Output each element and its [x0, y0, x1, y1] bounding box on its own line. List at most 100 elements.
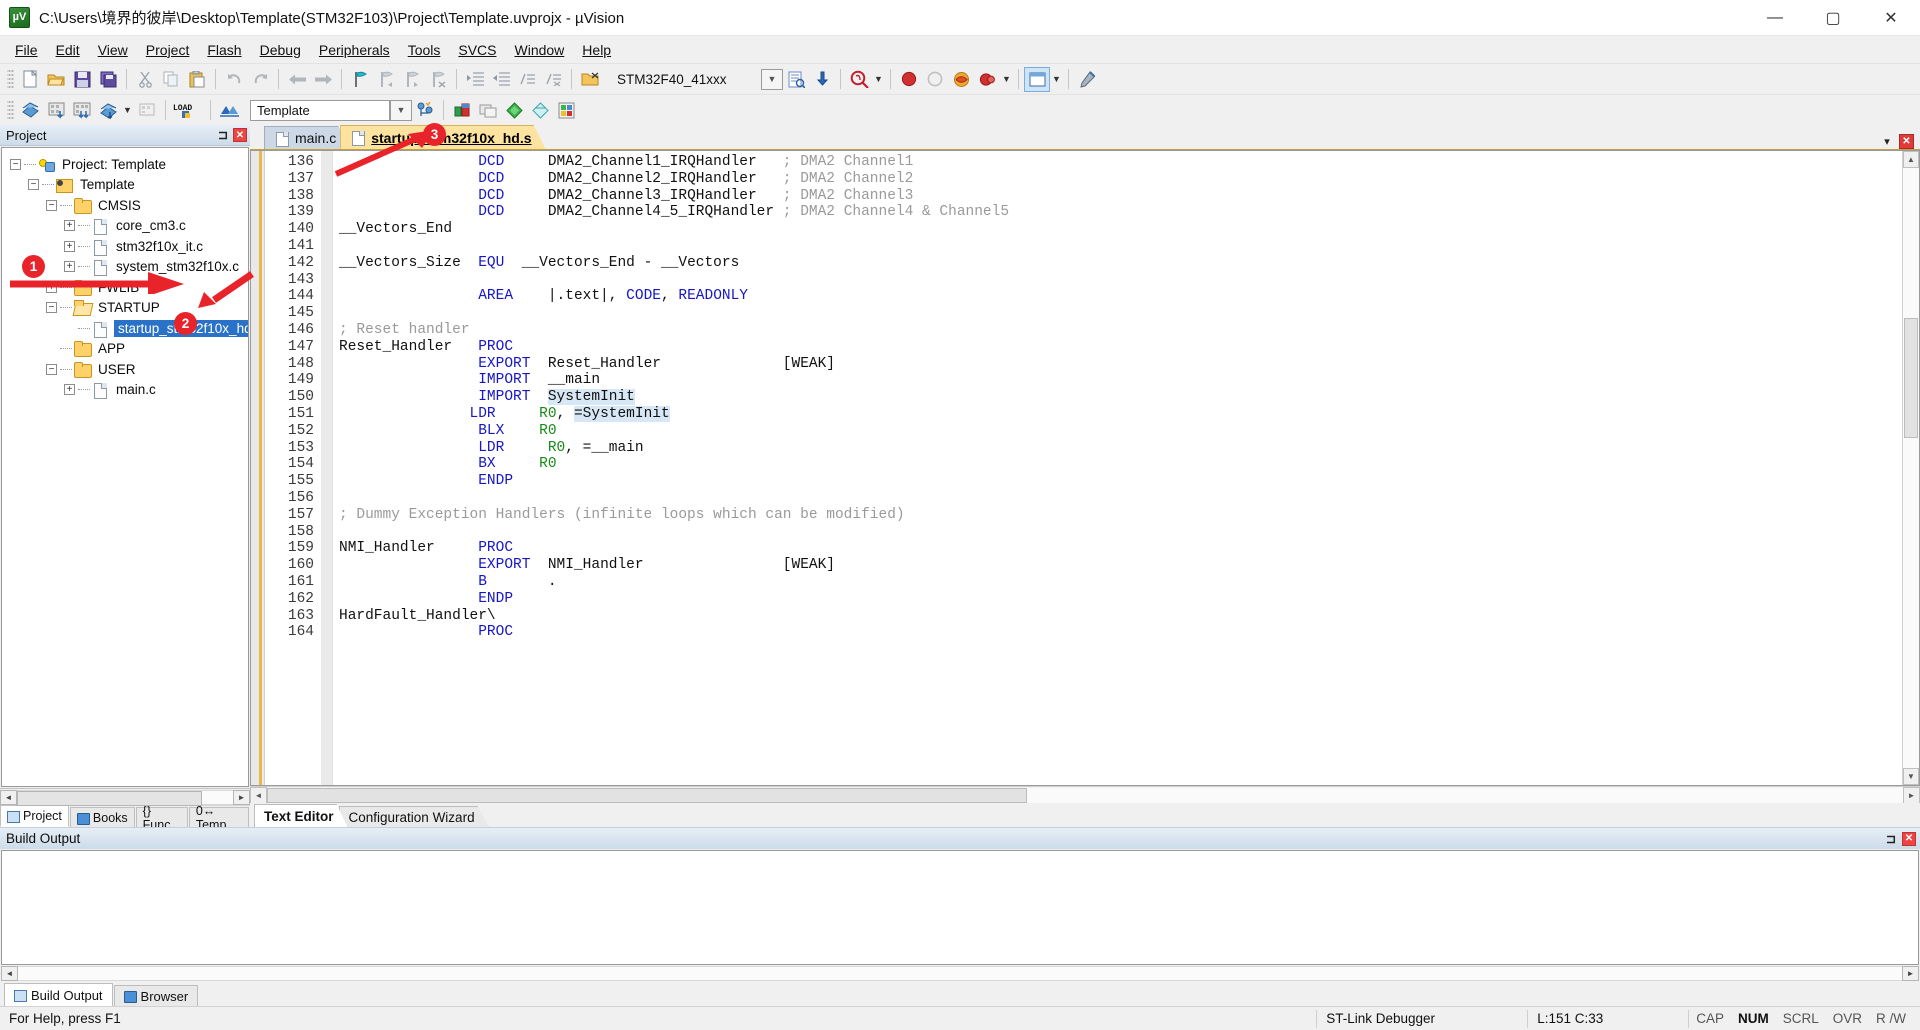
tree-item-app[interactable]: APP — [2, 339, 248, 360]
scroll-left-arrow[interactable]: ◄ — [0, 789, 17, 805]
code-line[interactable]: ENDP — [339, 591, 1902, 608]
code-line[interactable]: ; Reset handler — [339, 322, 1902, 339]
tree-item-stm32f10x-it-c[interactable]: + stm32f10x_it.c — [2, 236, 248, 257]
tab-project[interactable]: Project — [0, 805, 69, 827]
target-dropdown-arrow[interactable]: ▼ — [761, 68, 783, 90]
tree-expand-icon[interactable]: + — [64, 384, 75, 396]
paste-icon[interactable] — [184, 67, 210, 92]
menu-edit[interactable]: Edit — [47, 39, 89, 61]
open-file-icon[interactable] — [43, 67, 69, 92]
translate-icon[interactable] — [17, 98, 43, 123]
bookmark-toggle-icon[interactable] — [347, 67, 373, 92]
tab-browser[interactable]: Browser — [113, 985, 199, 1006]
batch-build-dropdown-icon[interactable]: ▼ — [121, 98, 134, 123]
tree-collapse-icon[interactable]: − — [46, 302, 57, 314]
tree-item-project-template[interactable]: − Project: Template — [2, 154, 248, 175]
indent-icon[interactable] — [462, 67, 488, 92]
tree-collapse-icon[interactable]: − — [46, 363, 57, 375]
bookmark-clear-icon[interactable] — [425, 67, 451, 92]
code-line[interactable]: DCD DMA2_Channel4_5_IRQHandler ; DMA2 Ch… — [339, 204, 1902, 221]
code-line[interactable]: Reset_Handler PROC — [339, 339, 1902, 356]
menu-svcs[interactable]: SVCS — [449, 39, 505, 61]
tree-item-main-c[interactable]: + main.c — [2, 380, 248, 401]
debug-session-icon[interactable] — [948, 67, 974, 92]
redo-icon[interactable] — [247, 67, 273, 92]
scroll-thumb[interactable] — [17, 790, 202, 806]
code-line[interactable] — [339, 272, 1902, 289]
code-editor[interactable]: 136 137 138 139 140 141 142 143 144 145 146 147 148 1… — [250, 150, 1920, 786]
code-hscroll-thumb[interactable] — [267, 787, 1027, 803]
code-line[interactable]: DCD DMA2_Channel2_IRQHandler ; DMA2 Chan… — [339, 171, 1902, 188]
project-tree[interactable]: − Project: Template − Template − CMSIS + core_c… — [1, 147, 249, 787]
save-icon[interactable] — [69, 67, 95, 92]
editor-tab-startup-stm32f10x-hd-s[interactable]: startup_stm32f10x_hd.s — [340, 125, 545, 149]
minimize-button[interactable]: — — [1746, 0, 1804, 36]
stop-build-icon[interactable] — [134, 98, 160, 123]
code-vscrollbar[interactable]: ▲ ▼ — [1902, 151, 1919, 785]
batch-build-icon[interactable] — [95, 98, 121, 123]
code-line[interactable]: DCD DMA2_Channel1_IRQHandler ; DMA2 Chan… — [339, 154, 1902, 171]
code-line[interactable]: ENDP — [339, 473, 1902, 490]
tree-item-fwlib[interactable]: + FWLIB — [2, 277, 248, 298]
menu-view[interactable]: View — [89, 39, 137, 61]
code-line[interactable]: BX R0 — [339, 456, 1902, 473]
build-pin-icon[interactable]: ⊐ — [1884, 832, 1898, 846]
rebuild-icon[interactable] — [69, 98, 95, 123]
batch-target-selector[interactable]: Template — [250, 99, 390, 121]
code-line[interactable] — [339, 238, 1902, 255]
navigate-forward-icon[interactable] — [310, 67, 336, 92]
navigate-back-icon[interactable] — [284, 67, 310, 92]
menu-file[interactable]: File — [6, 39, 47, 61]
menu-peripherals[interactable]: Peripherals — [310, 39, 399, 61]
tree-collapse-icon[interactable]: − — [46, 199, 57, 211]
target-options-icon[interactable] — [783, 67, 809, 92]
menu-help[interactable]: Help — [573, 39, 620, 61]
build-scroll-track[interactable] — [18, 966, 1902, 981]
code-scroll-up-arrow[interactable]: ▲ — [1903, 151, 1919, 168]
code-scroll-down-arrow[interactable]: ▼ — [1903, 768, 1919, 785]
multicolor-icon[interactable] — [553, 98, 579, 123]
menu-project[interactable]: Project — [137, 39, 199, 61]
code-line[interactable] — [339, 524, 1902, 541]
menu-debug[interactable]: Debug — [251, 39, 310, 61]
tree-expand-icon[interactable]: + — [46, 281, 57, 293]
teal-diamond-icon[interactable] — [527, 98, 553, 123]
maximize-button[interactable]: ▢ — [1804, 0, 1862, 36]
menu-flash[interactable]: Flash — [198, 39, 250, 61]
code-line[interactable] — [339, 305, 1902, 322]
tree-item-startup-stm32f10x-hd-s[interactable]: startup_stm32f10x_hd.s — [2, 318, 248, 339]
build-output-text[interactable] — [1, 850, 1919, 965]
code-line[interactable]: LDR R0, =__main — [339, 440, 1902, 457]
scroll-track[interactable] — [17, 789, 233, 806]
comment-icon[interactable] — [514, 67, 540, 92]
target-selector[interactable]: STM32F40_41xxx — [611, 69, 761, 90]
code-text[interactable]: DCD DMA2_Channel1_IRQHandler ; DMA2 Chan… — [333, 151, 1902, 785]
editor-tab-main-c[interactable]: main.c — [264, 126, 350, 149]
uncomment-icon[interactable] — [540, 67, 566, 92]
code-line[interactable]: AREA |.text|, CODE, READONLY — [339, 288, 1902, 305]
build-toolbar-grip[interactable] — [7, 99, 14, 121]
bookmark-column[interactable] — [251, 151, 265, 785]
tab-text-editor[interactable]: Text Editor — [254, 804, 348, 827]
tab-close-icon[interactable]: ✕ — [1899, 134, 1914, 149]
cut-icon[interactable] — [132, 67, 158, 92]
tree-expand-icon[interactable]: + — [64, 261, 75, 273]
project-window-icon[interactable] — [216, 98, 242, 123]
code-line[interactable]: __Vectors_Size EQU __Vectors_End - __Vec… — [339, 255, 1902, 272]
code-line[interactable]: EXPORT NMI_Handler [WEAK] — [339, 557, 1902, 574]
code-line[interactable]: EXPORT Reset_Handler [WEAK] — [339, 356, 1902, 373]
download-icon[interactable] — [809, 67, 835, 92]
tab-configuration-wizard[interactable]: Configuration Wizard — [339, 806, 489, 827]
code-scroll-right-arrow[interactable]: ► — [1903, 786, 1920, 804]
tab-build-output[interactable]: Build Output — [4, 983, 113, 1006]
code-line[interactable]: BLX R0 — [339, 423, 1902, 440]
tree-item-core-cm3-c[interactable]: + core_cm3.c — [2, 216, 248, 237]
load-icon[interactable]: LOAD — [171, 98, 205, 123]
tree-item-cmsis[interactable]: − CMSIS — [2, 195, 248, 216]
tree-item-user[interactable]: − USER — [2, 359, 248, 380]
code-hscroll-track[interactable] — [267, 787, 1903, 803]
code-vscroll-thumb[interactable] — [1904, 318, 1918, 438]
components-icon[interactable] — [449, 98, 475, 123]
tab-books[interactable]: Books — [69, 807, 135, 827]
save-all-icon[interactable] — [95, 67, 121, 92]
